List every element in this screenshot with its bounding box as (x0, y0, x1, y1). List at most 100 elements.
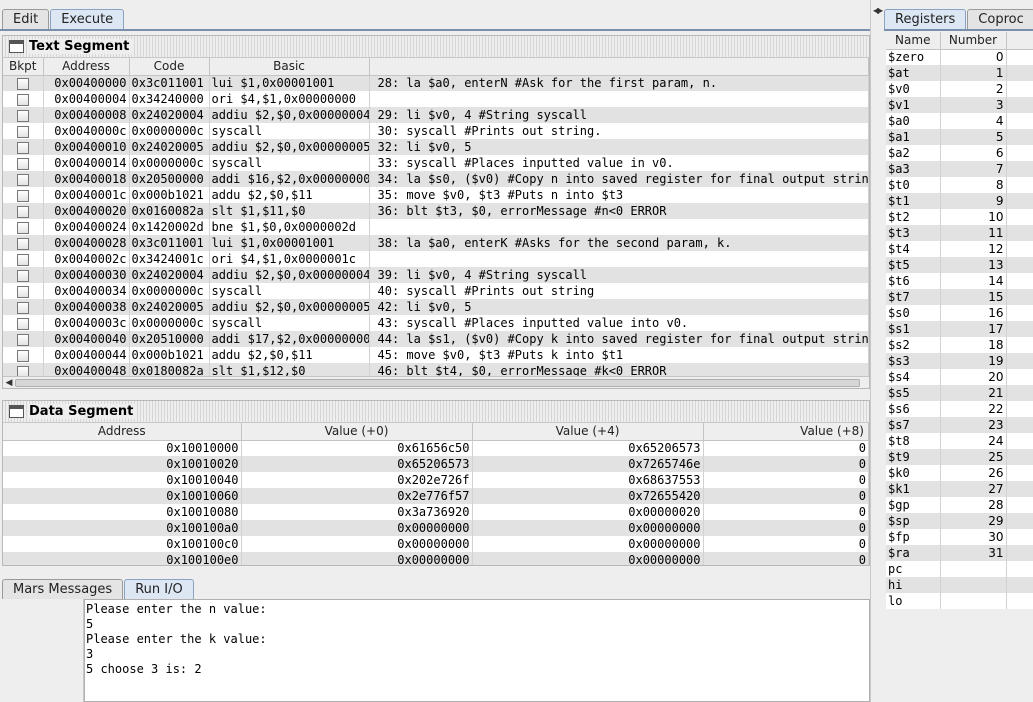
register-row[interactable]: $s0 16 (886, 305, 1033, 321)
breakpoint-checkbox[interactable] (16, 173, 29, 186)
col-value-4[interactable]: Value (+4) (472, 423, 704, 441)
tab-registers[interactable]: Registers (884, 9, 967, 29)
register-row[interactable]: $a2 6 (886, 145, 1033, 161)
register-row[interactable]: $ra 31 (886, 545, 1033, 561)
col-address[interactable]: Address (3, 423, 242, 441)
table-row[interactable]: 0x10010000 0x61656c50 0x65206573 0 (3, 440, 869, 456)
table-row[interactable]: 0x10010060 0x2e776f57 0x72655420 0 (3, 488, 869, 504)
text-segment-titlebar[interactable]: Text Segment (3, 36, 869, 58)
register-row[interactable]: $t6 14 (886, 273, 1033, 289)
scroll-left-icon[interactable]: ◀ (4, 378, 14, 388)
table-row[interactable]: 0x00400034 0x0000000c syscall 40: syscall #… (3, 283, 869, 299)
table-row[interactable]: 0x00400014 0x0000000c syscall 33: syscall #… (3, 155, 869, 171)
table-row[interactable]: 0x00400000 0x3c011001 lui $1,0x00001001 28:… (3, 75, 869, 91)
table-row[interactable]: 0x0040002c 0x3424001c ori $4,$1,0x0000001c (3, 251, 869, 267)
table-row[interactable]: 0x00400048 0x0180082a slt $1,$12,$0 46: blt… (3, 363, 869, 376)
table-row[interactable]: 0x100100c0 0x00000000 0x00000000 0 (3, 536, 869, 552)
register-row[interactable]: lo (886, 593, 1033, 609)
table-row[interactable]: 0x10010020 0x65206573 0x7265746e 0 (3, 456, 869, 472)
breakpoint-checkbox[interactable] (16, 125, 29, 138)
register-row[interactable]: $v1 3 (886, 97, 1033, 113)
register-row[interactable]: $s2 18 (886, 337, 1033, 353)
table-row[interactable]: 0x00400028 0x3c011001 lui $1,0x00001001 38:… (3, 235, 869, 251)
register-row[interactable]: $t2 10 (886, 209, 1033, 225)
register-row[interactable]: $fp 30 (886, 529, 1033, 545)
run-io-console[interactable]: Please enter the n value: 5 Please enter t… (84, 599, 870, 702)
col-value-0[interactable]: Value (+0) (241, 423, 473, 441)
register-row[interactable]: $k0 26 (886, 465, 1033, 481)
col-code[interactable]: Code (129, 58, 210, 76)
breakpoint-checkbox[interactable] (16, 365, 29, 376)
breakpoint-checkbox[interactable] (16, 301, 29, 314)
breakpoint-checkbox[interactable] (16, 109, 29, 122)
registers-table-wrap[interactable]: Name Number $zero 0 $at 1 $v0 2 $v1 3 $a0 4 $a1 5 $a… (886, 32, 1033, 609)
register-row[interactable]: $v0 2 (886, 81, 1033, 97)
register-row[interactable]: $t5 13 (886, 257, 1033, 273)
table-row[interactable]: 0x00400004 0x34240000 ori $4,$1,0x00000000 (3, 91, 869, 107)
col-source[interactable] (369, 58, 869, 76)
breakpoint-checkbox[interactable] (16, 141, 29, 154)
breakpoint-checkbox[interactable] (16, 317, 29, 330)
table-row[interactable]: 0x00400020 0x0160082a slt $1,$11,$0 36: blt… (3, 203, 869, 219)
data-segment-table-viewport[interactable]: Address Value (+0) Value (+4) Value (+8)… (3, 423, 869, 565)
register-row[interactable]: $k1 27 (886, 481, 1033, 497)
text-segment-hscrollbar[interactable]: ◀ (3, 376, 869, 388)
register-row[interactable]: $t7 15 (886, 289, 1033, 305)
table-row[interactable]: 0x00400030 0x24020004 addiu $2,$0,0x000000… (3, 267, 869, 283)
breakpoint-checkbox[interactable] (16, 205, 29, 218)
breakpoint-checkbox[interactable] (16, 269, 29, 282)
text-segment-table-viewport[interactable]: Bkpt Address Code Basic 0x00400000 0x3c01… (3, 58, 869, 376)
table-row[interactable]: 0x00400044 0x000b1021 addu $2,$0,$11 45: mo… (3, 347, 869, 363)
register-row[interactable]: $t3 11 (886, 225, 1033, 241)
breakpoint-checkbox[interactable] (16, 253, 29, 266)
breakpoint-checkbox[interactable] (16, 237, 29, 250)
tab-execute[interactable]: Execute (50, 9, 125, 29)
col-name[interactable]: Name (886, 32, 941, 50)
col-value-8[interactable]: Value (+8) (703, 423, 869, 441)
register-row[interactable]: $s7 23 (886, 417, 1033, 433)
breakpoint-checkbox[interactable] (16, 221, 29, 234)
register-row[interactable]: $t1 9 (886, 193, 1033, 209)
col-basic[interactable]: Basic (209, 58, 370, 76)
data-segment-titlebar[interactable]: Data Segment (3, 401, 869, 423)
register-row[interactable]: $t0 8 (886, 177, 1033, 193)
table-row[interactable]: 0x00400010 0x24020005 addiu $2,$0,0x000000… (3, 139, 869, 155)
table-row[interactable]: 0x100100e0 0x00000000 0x00000000 0 (3, 552, 869, 565)
breakpoint-checkbox[interactable] (16, 285, 29, 298)
table-row[interactable]: 0x10010080 0x3a736920 0x00000020 0 (3, 504, 869, 520)
register-row[interactable]: $t4 12 (886, 241, 1033, 257)
table-row[interactable]: 0x00400008 0x24020004 addiu $2,$0,0x000000… (3, 107, 869, 123)
breakpoint-checkbox[interactable] (16, 77, 29, 90)
scroll-thumb[interactable] (15, 379, 860, 387)
breakpoint-checkbox[interactable] (16, 333, 29, 346)
table-row[interactable]: 0x00400038 0x24020005 addiu $2,$0,0x000000… (3, 299, 869, 315)
tab-edit[interactable]: Edit (2, 9, 50, 29)
breakpoint-checkbox[interactable] (16, 189, 29, 202)
table-row[interactable]: 0x00400040 0x20510000 addi $17,$2,0x000000… (3, 331, 869, 347)
register-row[interactable]: $a1 5 (886, 129, 1033, 145)
register-row[interactable]: $t8 24 (886, 433, 1033, 449)
col-number[interactable]: Number (940, 32, 1007, 50)
register-row[interactable]: pc (886, 561, 1033, 577)
table-row[interactable]: 0x0040003c 0x0000000c syscall 43: syscall #… (3, 315, 869, 331)
register-row[interactable]: $t9 25 (886, 449, 1033, 465)
register-row[interactable]: $at 1 (886, 65, 1033, 81)
register-row[interactable]: hi (886, 577, 1033, 593)
register-row[interactable]: $gp 28 (886, 497, 1033, 513)
col-address[interactable]: Address (43, 58, 130, 76)
table-row[interactable]: 0x00400018 0x20500000 addi $16,$2,0x000000… (3, 171, 869, 187)
col-value[interactable] (1006, 32, 1033, 50)
register-row[interactable]: $s1 17 (886, 321, 1033, 337)
register-row[interactable]: $zero 0 (886, 49, 1033, 65)
register-row[interactable]: $s5 21 (886, 385, 1033, 401)
breakpoint-checkbox[interactable] (16, 349, 29, 362)
tab-run-io[interactable]: Run I/O (124, 579, 194, 599)
register-row[interactable]: $a3 7 (886, 161, 1033, 177)
register-row[interactable]: $a0 4 (886, 113, 1033, 129)
register-row[interactable]: $s6 22 (886, 401, 1033, 417)
tab-mars-messages[interactable]: Mars Messages (2, 579, 124, 599)
register-row[interactable]: $sp 29 (886, 513, 1033, 529)
tab-coproc[interactable]: Coproc (967, 9, 1033, 29)
register-row[interactable]: $s4 20 (886, 369, 1033, 385)
expand-right-icon[interactable]: ▶ (877, 6, 883, 15)
